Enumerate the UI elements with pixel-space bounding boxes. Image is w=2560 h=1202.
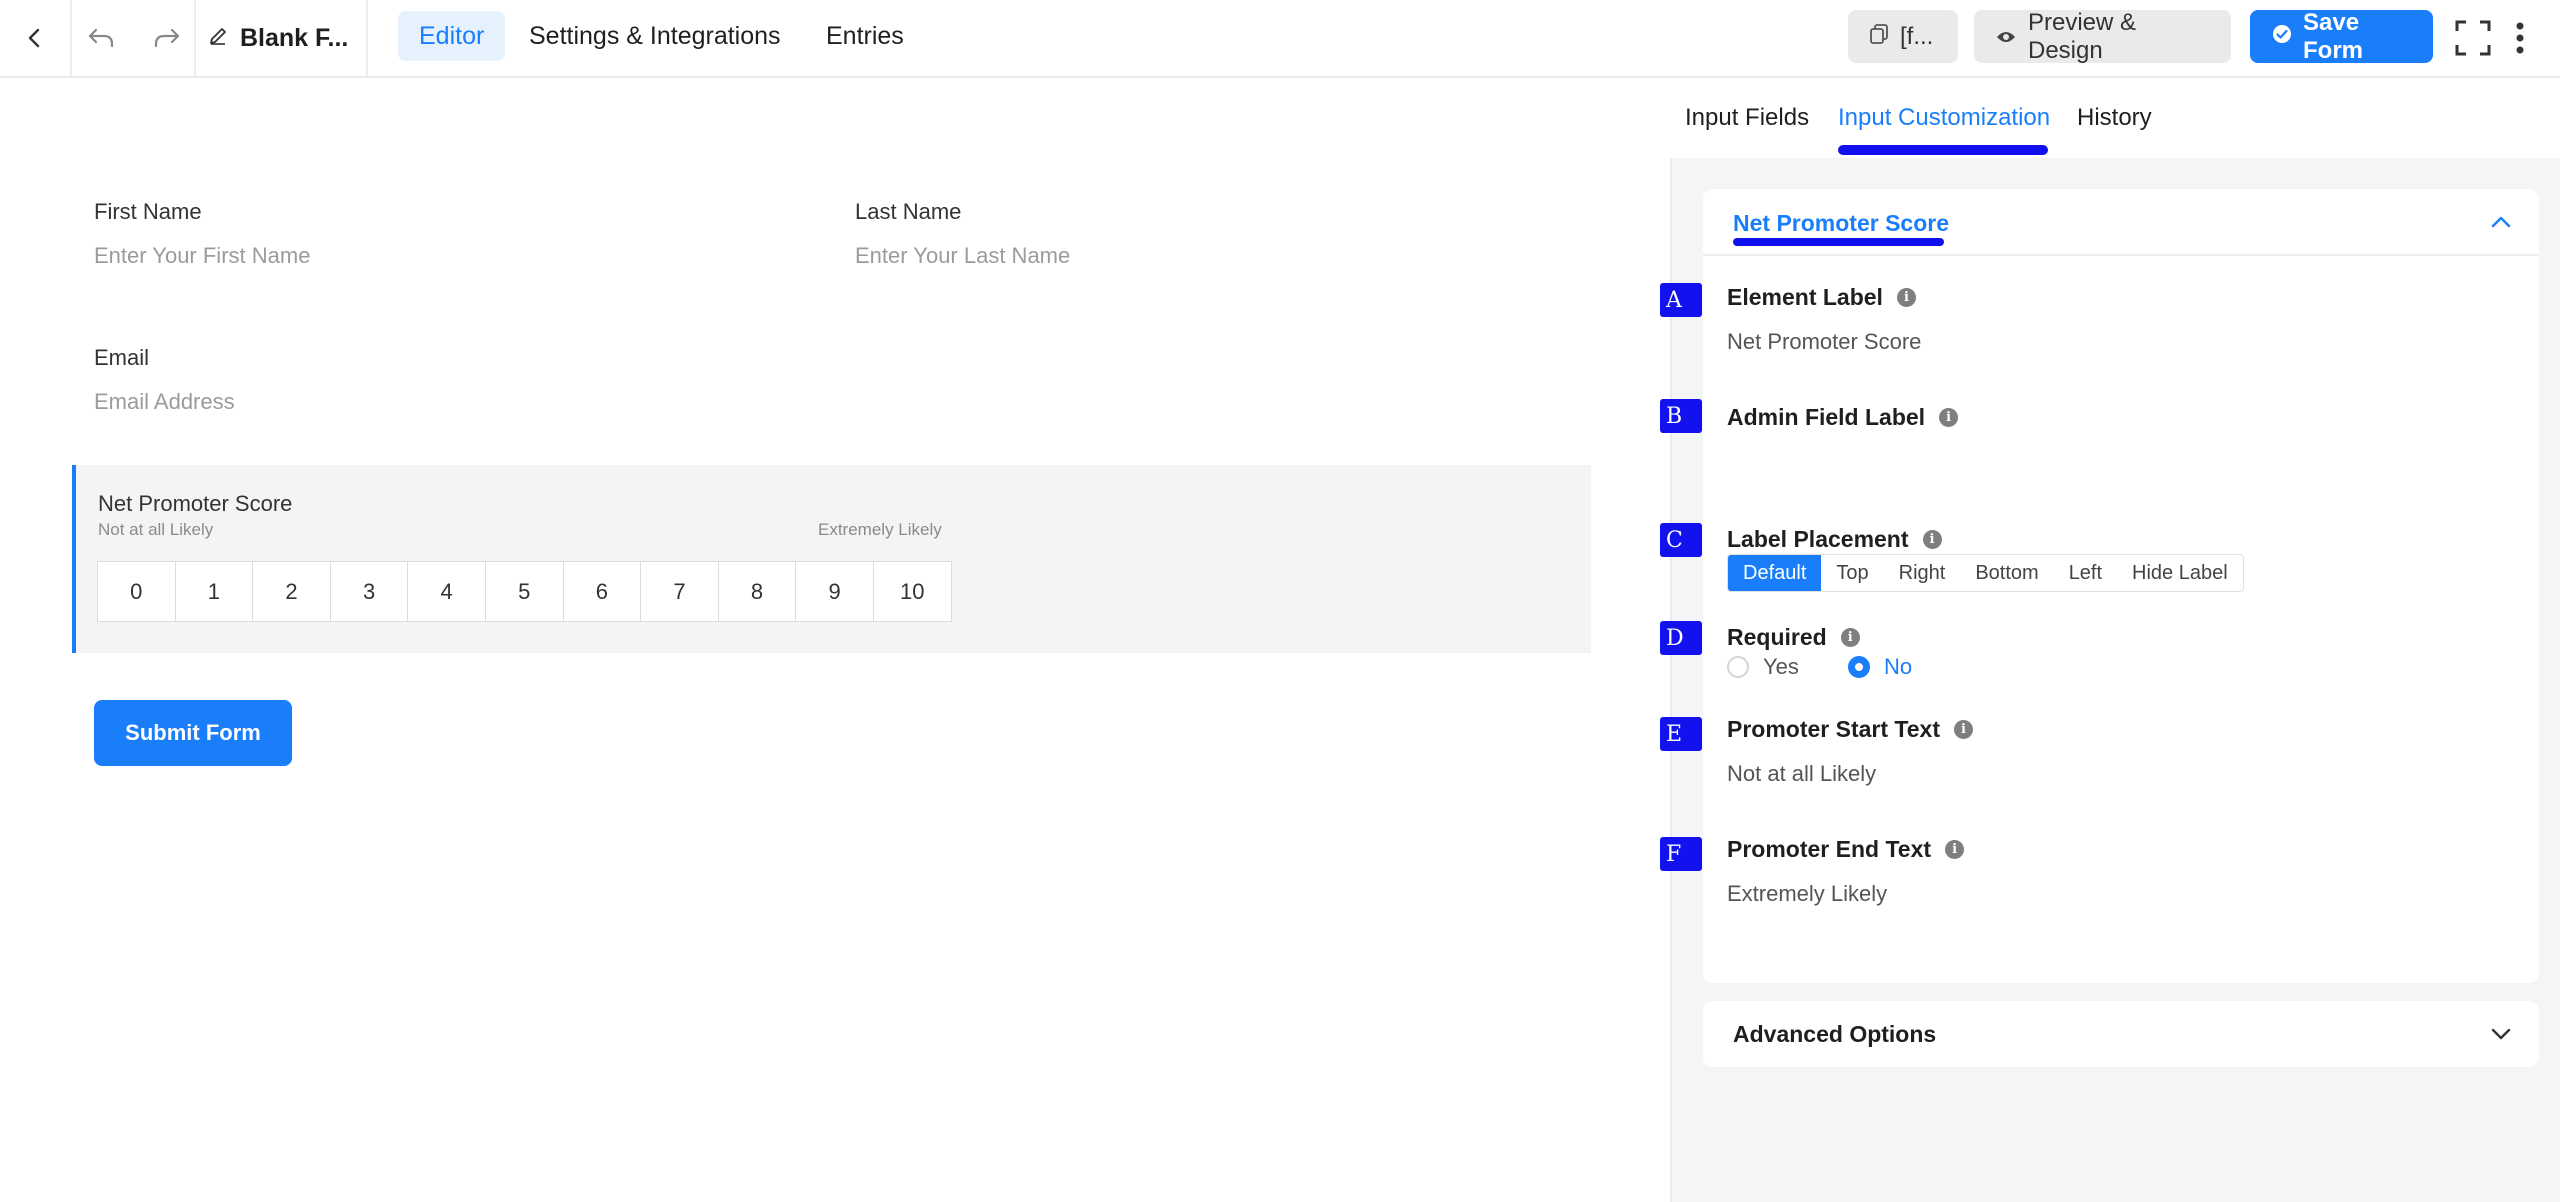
more-vertical-icon[interactable]: [2505, 0, 2535, 76]
form-title-editable[interactable]: Blank F...: [208, 0, 348, 76]
tab-editor[interactable]: Editor: [398, 11, 506, 61]
eye-icon: [1996, 23, 2016, 51]
placement-bottom[interactable]: Bottom: [1960, 555, 2054, 591]
info-icon[interactable]: i: [1896, 288, 1916, 307]
tab-history[interactable]: History: [2077, 104, 2152, 132]
nps-option-9[interactable]: 9: [795, 561, 874, 622]
required-yes-option[interactable]: Yes: [1727, 654, 1799, 680]
placement-top[interactable]: Top: [1821, 555, 1884, 591]
required-no-label: No: [1884, 654, 1913, 679]
save-form-label: Save Form: [2303, 8, 2363, 64]
nps-option-5[interactable]: 5: [484, 561, 564, 622]
active-tab-indicator: [1838, 145, 2048, 155]
marker-e: E: [1660, 717, 1702, 751]
email-field[interactable]: Email Address: [94, 389, 235, 415]
nps-title: Net Promoter Score: [98, 491, 293, 516]
nps-option-1[interactable]: 1: [174, 561, 254, 622]
required-heading: Required i: [1727, 624, 1860, 651]
nps-option-2[interactable]: 2: [252, 561, 331, 622]
advanced-options-title[interactable]: Advanced Options: [1733, 1021, 1936, 1048]
back-icon[interactable]: [0, 0, 70, 76]
fullscreen-icon[interactable]: [2448, 0, 2498, 76]
admin-field-label-input[interactable]: [1727, 450, 2507, 480]
last-name-label: Last Name: [855, 199, 962, 224]
copy-icon: [1870, 23, 1888, 51]
nps-option-3[interactable]: 3: [329, 561, 409, 622]
marker-c: C: [1660, 523, 1702, 557]
placement-hide-label[interactable]: Hide Label: [2117, 555, 2243, 591]
tab-entries[interactable]: Entries: [805, 11, 925, 61]
required-text: Required: [1727, 624, 1827, 650]
chevron-up-icon[interactable]: [2490, 211, 2512, 238]
nps-option-8[interactable]: 8: [717, 561, 797, 622]
card-divider: [1703, 254, 2539, 256]
marker-f: F: [1660, 837, 1702, 871]
undo-icon[interactable]: [86, 26, 116, 50]
nps-option-4[interactable]: 4: [407, 561, 486, 622]
radio-yes[interactable]: [1727, 656, 1749, 678]
top-toolbar: Blank F... Editor Settings & Integration…: [0, 0, 2560, 78]
nps-option-6[interactable]: 6: [562, 561, 642, 622]
nps-option-0[interactable]: 0: [97, 561, 176, 622]
check-circle-icon: [2272, 23, 2292, 51]
tab-input-customization[interactable]: Input Customization: [1838, 104, 2050, 132]
preview-label: Preview & Design: [2028, 8, 2137, 64]
label-placement-text: Label Placement: [1727, 526, 1909, 552]
last-name-field[interactable]: Enter Your Last Name: [855, 243, 1070, 269]
tab-input-fields[interactable]: Input Fields: [1685, 104, 1809, 132]
promoter-start-heading: Promoter Start Text i: [1727, 716, 1974, 743]
info-icon[interactable]: i: [1840, 628, 1860, 647]
placement-right[interactable]: Right: [1883, 555, 1961, 591]
pencil-icon: [208, 24, 228, 53]
info-icon[interactable]: i: [1945, 840, 1965, 859]
nps-option-7[interactable]: 7: [640, 561, 719, 622]
element-label-input[interactable]: Net Promoter Score: [1727, 329, 1921, 355]
marker-d: D: [1660, 621, 1702, 655]
chevron-down-icon[interactable]: [2490, 1023, 2512, 1050]
required-no-option[interactable]: No: [1848, 654, 1912, 680]
nps-start-text: Not at all Likely: [98, 520, 214, 539]
section-title[interactable]: Net Promoter Score: [1733, 210, 1949, 237]
marker-b: B: [1660, 399, 1702, 433]
promoter-end-heading: Promoter End Text i: [1727, 836, 1965, 863]
element-label-text: Element Label: [1727, 284, 1883, 310]
label-placement-heading: Label Placement i: [1727, 526, 1942, 553]
shortcode-label: [f...: [1900, 22, 1934, 50]
marker-a: A: [1660, 283, 1702, 317]
promoter-start-input[interactable]: Not at all Likely: [1727, 761, 1876, 787]
form-title: Blank F...: [240, 23, 349, 52]
nps-end-text: Extremely Likely: [818, 520, 942, 539]
nps-option-10[interactable]: 10: [872, 561, 952, 622]
promoter-end-text: Promoter End Text: [1727, 836, 1932, 862]
radio-no[interactable]: [1848, 656, 1870, 678]
promoter-start-text: Promoter Start Text: [1727, 716, 1941, 742]
info-icon[interactable]: i: [1954, 720, 1974, 739]
info-icon[interactable]: i: [1922, 530, 1942, 549]
first-name-field[interactable]: Enter Your First Name: [94, 243, 310, 269]
nps-field-block[interactable]: [72, 465, 1591, 653]
redo-icon[interactable]: [152, 26, 182, 50]
placement-left[interactable]: Left: [2053, 555, 2118, 591]
undo-redo-group: [72, 0, 196, 76]
save-form-button[interactable]: Save Form: [2250, 8, 2433, 64]
shortcode-button[interactable]: [f...: [1848, 10, 1958, 63]
element-label-heading: Element Label i: [1727, 284, 1916, 311]
nps-scale: 0 1 2 3 4 5 6 7 8 9 10: [97, 561, 952, 622]
admin-field-label-text: Admin Field Label: [1727, 404, 1926, 430]
admin-field-label-heading: Admin Field Label i: [1727, 404, 1959, 431]
submit-form-button[interactable]: Submit Form: [94, 700, 292, 766]
first-name-label: First Name: [94, 199, 202, 224]
tab-settings-integrations[interactable]: Settings & Integrations: [508, 11, 802, 61]
preview-design-button[interactable]: Preview & Design: [1974, 8, 2231, 64]
placement-default[interactable]: Default: [1728, 555, 1822, 591]
email-label: Email: [94, 345, 150, 370]
section-title-underline: [1733, 238, 1944, 246]
required-yes-label: Yes: [1763, 654, 1799, 679]
promoter-end-input[interactable]: Extremely Likely: [1727, 881, 1887, 907]
label-placement-options: Default Top Right Bottom Left Hide Label: [1727, 554, 2244, 592]
info-icon[interactable]: i: [1939, 408, 1959, 427]
